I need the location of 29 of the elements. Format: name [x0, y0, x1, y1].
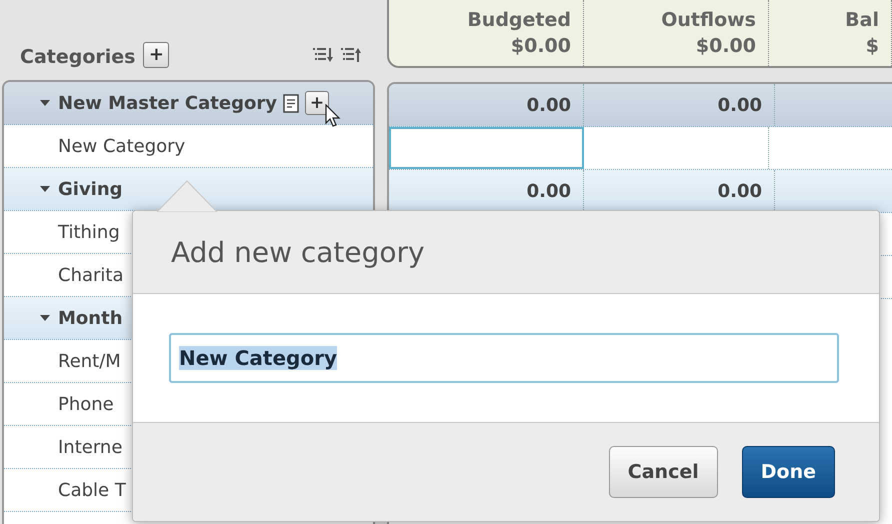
category-name-field[interactable]: New Category: [169, 333, 839, 383]
budgeted-amount: 0.00: [526, 94, 571, 116]
done-button[interactable]: Done: [742, 446, 835, 498]
category-name: Charita: [58, 264, 124, 286]
outflows-amount: 0.00: [718, 94, 762, 116]
category-name: Rent/M: [58, 350, 121, 372]
category-name: Cable T: [58, 480, 126, 500]
add-subcategory-button[interactable]: +: [304, 91, 329, 115]
column-total: $: [866, 34, 879, 59]
cancel-button[interactable]: Cancel: [608, 446, 718, 498]
category-name: New Category: [58, 136, 186, 156]
dialog-title: Add new category: [171, 236, 425, 268]
budgeted-amount: 0.00: [526, 180, 571, 202]
master-category-row[interactable]: New Master Category +: [4, 82, 373, 125]
column-total: $0.00: [696, 34, 756, 59]
master-category-name: Month: [58, 308, 123, 328]
column-heading: Outflows: [661, 8, 756, 33]
add-category-button[interactable]: +: [143, 42, 170, 68]
column-total: $0.00: [510, 34, 571, 59]
category-name: Phone: [58, 394, 114, 414]
category-name: Tithing: [58, 222, 120, 242]
categories-title: Categories: [20, 46, 136, 68]
master-category-name: Giving: [58, 178, 123, 200]
outflows-amount: 0.00: [718, 180, 762, 202]
master-category-row[interactable]: Giving: [4, 168, 373, 211]
column-heading: Budgeted: [467, 8, 571, 33]
master-category-name: New Master Category: [58, 92, 277, 114]
category-name: Interne: [58, 436, 122, 458]
column-heading: Bal: [845, 8, 879, 33]
